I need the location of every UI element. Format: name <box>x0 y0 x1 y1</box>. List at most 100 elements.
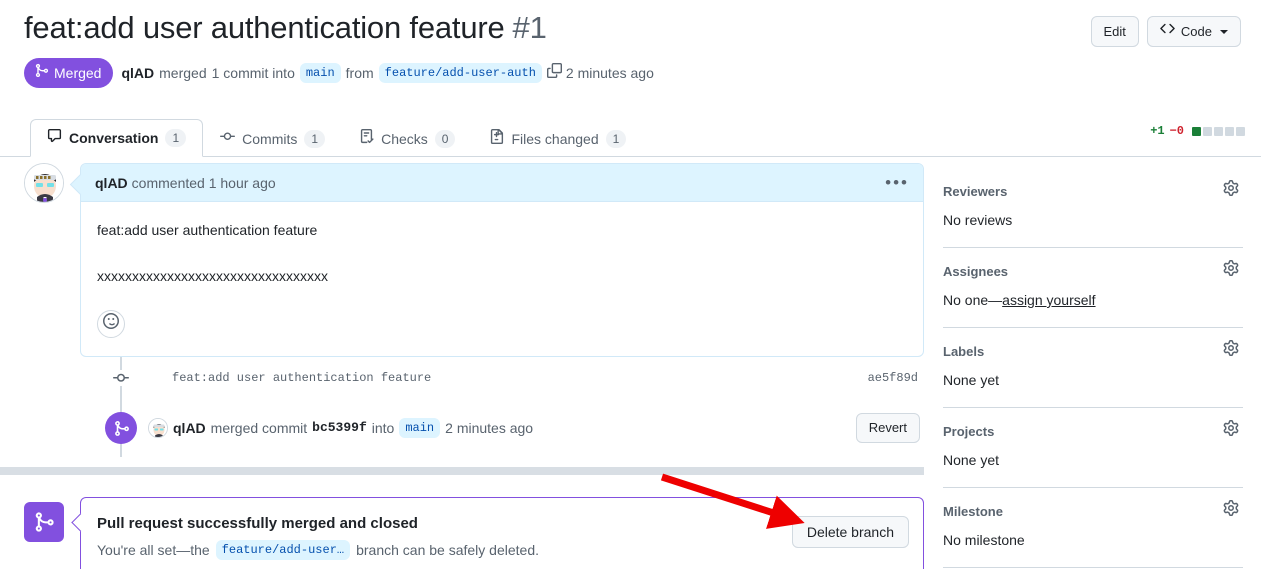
pr-state-row: Merged qlAD merged 1 commit into main fr… <box>0 48 1261 88</box>
head-branch-chip[interactable]: feature/add-user-auth <box>378 63 542 83</box>
gear-icon[interactable] <box>1223 420 1243 443</box>
section-divider <box>0 467 924 475</box>
merge-time: 2 minutes ago <box>565 65 654 81</box>
sidebar-section-labels: Labels None yet <box>943 340 1243 403</box>
sidebar-reviewers-title: Reviewers <box>943 183 1008 199</box>
gear-icon[interactable] <box>1223 180 1243 203</box>
tab-files-changed-label: Files changed <box>511 131 599 147</box>
sidebar-section-projects: Projects None yet <box>943 420 1243 483</box>
comment-time: 1 hour ago <box>208 174 276 191</box>
sidebar-divider <box>943 247 1243 248</box>
sidebar-milestone-title: Milestone <box>943 503 1003 519</box>
gear-icon[interactable] <box>1223 500 1243 523</box>
sidebar-section-assignees: Assignees No one—assign yourself <box>943 260 1243 323</box>
avatar[interactable] <box>24 163 64 203</box>
comment-author[interactable]: qlAD <box>95 172 128 194</box>
pr-author[interactable]: qlAD <box>121 63 154 83</box>
commit-count-text: 1 commit into <box>211 65 295 81</box>
commit-dot-icon <box>113 370 129 386</box>
commit-icon <box>220 129 236 149</box>
base-branch-chip[interactable]: main <box>299 63 341 83</box>
gear-icon[interactable] <box>1223 340 1243 363</box>
code-button[interactable]: Code <box>1146 16 1241 47</box>
pr-header: feat:add user authentication feature #1 E… <box>0 0 1261 88</box>
merged-banner-sub-suffix: branch can be safely deleted. <box>356 542 539 558</box>
sidebar-assignees-header: Assignees <box>943 260 1243 283</box>
tab-checks[interactable]: Checks 0 <box>342 120 472 157</box>
comment-icon <box>47 128 62 148</box>
code-brackets-icon <box>1160 21 1175 42</box>
add-reaction-button[interactable] <box>97 310 125 338</box>
merge-action-text: merged commit <box>210 420 308 436</box>
sidebar-assignees-value: No one—assign yourself <box>943 289 1243 311</box>
kebab-menu-icon[interactable]: ••• <box>885 174 909 191</box>
sidebar-divider <box>943 327 1243 328</box>
timeline: feat:add user authentication feature ae5… <box>24 357 924 457</box>
pr-title-text: feat:add user authentication feature <box>24 10 505 45</box>
timeline-commit-row: feat:add user authentication feature ae5… <box>24 357 924 397</box>
diffstat-block <box>1236 126 1245 136</box>
tab-files-changed[interactable]: Files changed 1 <box>472 120 643 157</box>
merge-event-time: 2 minutes ago <box>445 420 534 436</box>
tab-checks-label: Checks <box>381 131 428 147</box>
gear-icon[interactable] <box>1223 260 1243 283</box>
tab-conversation[interactable]: Conversation 1 <box>30 119 204 157</box>
assign-yourself-link[interactable]: assign yourself <box>1002 292 1095 308</box>
sidebar-assignees-text: No one— <box>943 292 1003 308</box>
merge-author[interactable]: qlAD <box>173 417 206 439</box>
diffstat[interactable]: +1 −0 <box>1150 124 1245 138</box>
sidebar-divider <box>943 487 1243 488</box>
tab-checks-count: 0 <box>434 130 456 148</box>
commit-sha[interactable]: ae5f89d <box>868 371 924 385</box>
tab-bar: Conversation 1 Commits 1 Checks 0 Files … <box>0 115 1261 157</box>
merged-banner-title: Pull request successfully merged and clo… <box>97 515 418 532</box>
checks-icon <box>359 129 374 149</box>
header-actions: Edit Code <box>1090 8 1241 47</box>
git-merge-icon <box>34 63 49 83</box>
merge-into-word: into <box>371 420 395 436</box>
copy-branch-wrap[interactable]: 2 minutes ago <box>546 63 654 83</box>
tab-commits-count: 1 <box>304 130 326 148</box>
sidebar-labels-header: Labels <box>943 340 1243 363</box>
copy-icon[interactable] <box>546 63 562 83</box>
pr-number: #1 <box>512 10 547 45</box>
tab-commits[interactable]: Commits 1 <box>203 120 342 157</box>
code-button-label: Code <box>1180 23 1212 39</box>
merge-badge-icon <box>105 412 137 444</box>
merge-banner-icon <box>24 502 64 542</box>
diffstat-block <box>1192 126 1201 136</box>
pull-request-page: feat:add user authentication feature #1 E… <box>0 0 1261 569</box>
merge-base-branch-chip[interactable]: main <box>399 418 441 438</box>
merge-commit-sha[interactable]: bc5399f <box>312 417 367 439</box>
sidebar-section-reviewers: Reviewers No reviews <box>943 180 1243 243</box>
merged-banner-subtitle: You're all set—the feature/add-user… bra… <box>97 538 907 562</box>
conversation-column: qlAD commented 1 hour ago ••• feat:add u… <box>0 163 924 569</box>
avatar[interactable] <box>148 418 168 438</box>
edit-button[interactable]: Edit <box>1090 16 1139 47</box>
sidebar-projects-title: Projects <box>943 423 995 439</box>
sidebar-reviewers-header: Reviewers <box>943 180 1243 203</box>
comment-line-2: xxxxxxxxxxxxxxxxxxxxxxxxxxxxxxxxx <box>97 268 328 284</box>
sidebar-projects-header: Projects <box>943 420 1243 443</box>
sidebar-milestone-value: No milestone <box>943 532 1025 548</box>
sidebar-assignees-title: Assignees <box>943 263 1009 279</box>
status-badge: Merged <box>24 58 114 88</box>
tab-conversation-count: 1 <box>165 129 187 147</box>
revert-button[interactable]: Revert <box>855 413 920 443</box>
page-title: feat:add user authentication feature #1 <box>24 8 547 48</box>
sidebar-divider <box>943 567 1243 568</box>
delete-branch-button[interactable]: Delete branch <box>791 516 909 548</box>
diffstat-block <box>1214 126 1223 136</box>
commit-message[interactable]: feat:add user authentication feature <box>172 369 431 387</box>
tab-conversation-label: Conversation <box>69 130 159 146</box>
sidebar: Reviewers No reviews Assignees No one—as… <box>943 180 1243 569</box>
diffstat-block <box>1203 126 1212 136</box>
comment-box: qlAD commented 1 hour ago ••• feat:add u… <box>80 163 924 357</box>
comment-action: commented <box>131 174 205 191</box>
file-diff-icon <box>489 129 504 149</box>
diffstat-blocks <box>1192 126 1245 136</box>
timeline-merge-row: qlAD merged commit bc5399f into main 2 m… <box>24 397 924 457</box>
merged-banner-box: Pull request successfully merged and clo… <box>80 497 924 569</box>
sidebar-reviewers-value: No reviews <box>943 212 1013 228</box>
comment-header: qlAD commented 1 hour ago ••• <box>81 164 923 202</box>
